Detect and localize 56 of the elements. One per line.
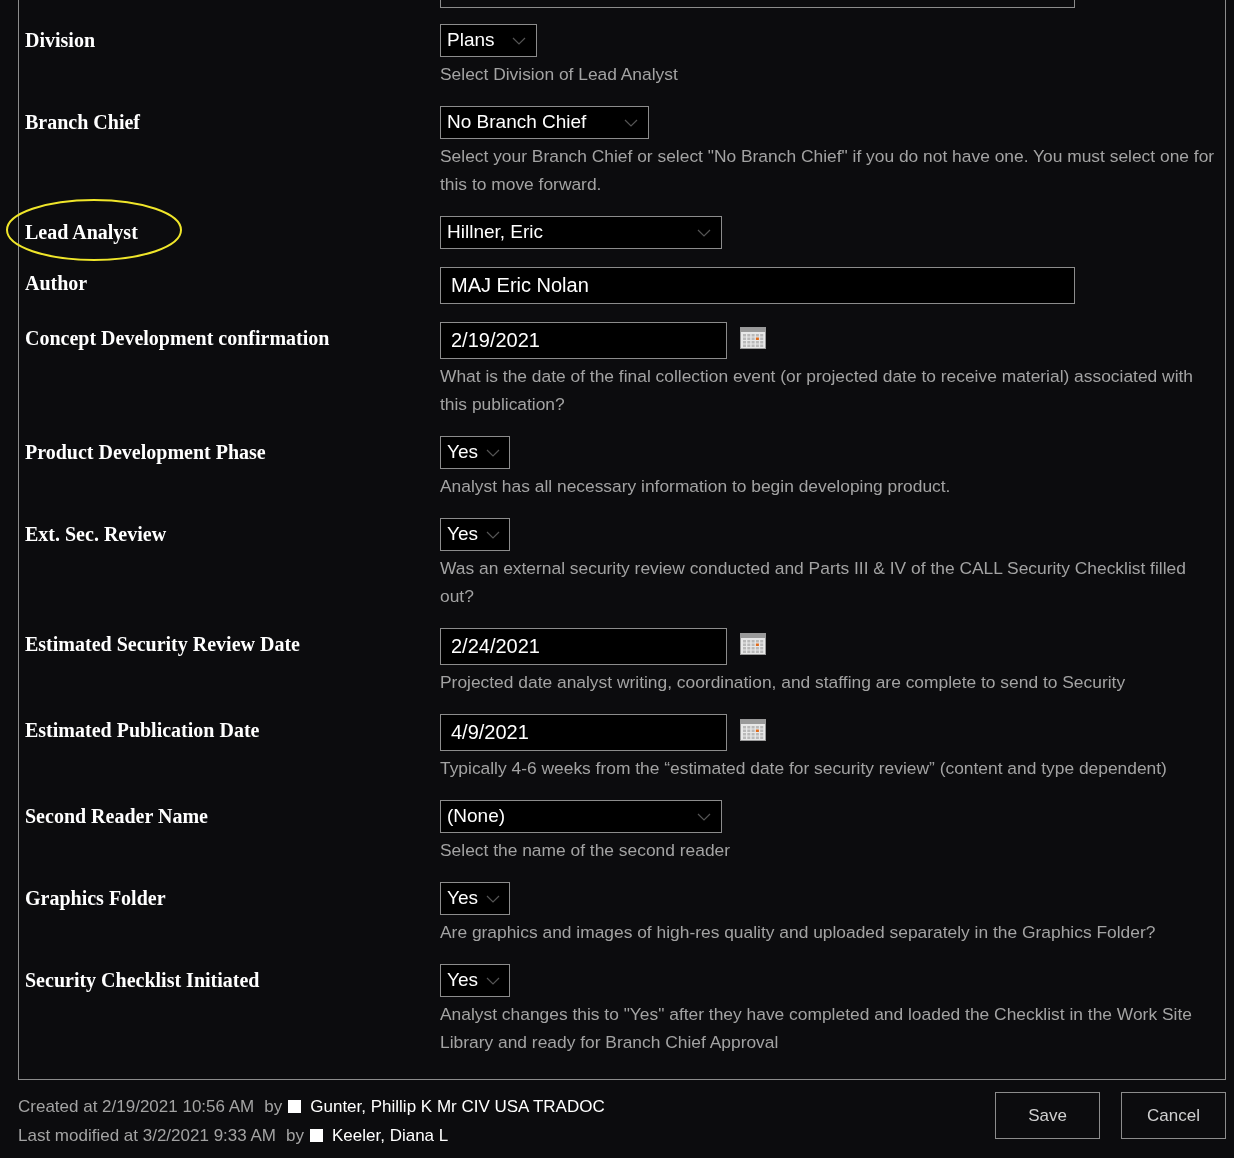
field-description: Are graphics and images of high-res quality and uploaded separately in the Graphics Folder? (440, 921, 1157, 944)
dropdown[interactable]: No Branch Chief (440, 106, 649, 139)
date-field[interactable]: 4/9/2021 (440, 714, 727, 751)
chevron-down-icon (486, 530, 500, 539)
by-text: by (264, 1096, 283, 1118)
calendar-icon[interactable] (740, 633, 766, 655)
field-label: Second Reader Name (25, 805, 208, 827)
timestamp-text: Last modified at 3/2/2021 9:33 AM (18, 1125, 276, 1147)
text-field[interactable]: MAJ Eric Nolan (440, 267, 1075, 304)
dropdown[interactable]: Yes (440, 436, 510, 469)
field-label: Branch Chief (25, 111, 140, 133)
chevron-down-icon (486, 976, 500, 985)
field-label: Security Checklist Initiated (25, 969, 260, 991)
date-field[interactable]: 2/24/2021 (440, 628, 727, 665)
text-field[interactable] (440, 0, 1075, 8)
field-description: Projected date analyst writing, coordination, and staffing are complete to send to Security (440, 671, 1127, 694)
save-button[interactable]: Save (995, 1092, 1100, 1139)
presence-icon (310, 1129, 323, 1142)
chevron-down-icon (512, 36, 526, 45)
dropdown[interactable]: Yes (440, 882, 510, 915)
chevron-down-icon (486, 448, 500, 457)
chevron-down-icon (486, 894, 500, 903)
by-text: by (286, 1125, 304, 1147)
field-description: Select your Branch Chief or select "No Branch Chief" if you do not have one. You must select one for this to move forward. (440, 145, 1216, 196)
field-label: Graphics Folder (25, 887, 166, 909)
field-description: What is the date of the final collection event (or projected date to receive material) associated with this publication? (440, 365, 1195, 416)
field-label: Division (25, 29, 96, 51)
field-label: Estimated Security Review Date (25, 633, 300, 655)
cancel-button[interactable]: Cancel (1121, 1092, 1226, 1139)
presence-icon (288, 1100, 302, 1113)
field-label: Author (25, 272, 88, 294)
field-label: Lead Analyst (25, 221, 138, 243)
dropdown[interactable]: Yes (440, 518, 510, 551)
field-description: Was an external security review conducted and Parts III & IV of the CALL Security Checklist filled out? (440, 557, 1187, 608)
user-link[interactable]: Gunter, Phillip K Mr CIV USA TRADOC (310, 1092, 605, 1121)
field-description: Typically 4-6 weeks from the “estimated date for security review” (content and type dependent) (440, 757, 1168, 780)
chevron-down-icon (697, 812, 711, 821)
field-description: Select the name of the second reader (440, 839, 732, 862)
calendar-icon[interactable] (740, 719, 766, 741)
field-label: Estimated Publication Date (25, 719, 260, 741)
timestamp-text: Created at 2/19/2021 10:56 AM (18, 1096, 255, 1118)
calendar-icon[interactable] (740, 327, 766, 349)
chevron-down-icon (624, 118, 638, 127)
dropdown[interactable]: Hillner, Eric (440, 216, 722, 249)
field-label: Concept Development confirmation (25, 327, 330, 349)
field-label: Product Development Phase (25, 441, 266, 463)
field-label: Ext. Sec. Review (25, 523, 167, 545)
field-description: Analyst has all necessary information to begin developing product. (440, 475, 952, 498)
dropdown[interactable]: Yes (440, 964, 510, 997)
user-link[interactable]: Keeler, Diana L (332, 1121, 449, 1150)
dropdown[interactable]: Plans (440, 24, 537, 57)
date-field[interactable]: 2/19/2021 (440, 322, 727, 359)
field-description: Select Division of Lead Analyst (440, 63, 679, 86)
dropdown[interactable]: (None) (440, 800, 722, 833)
chevron-down-icon (697, 228, 711, 237)
field-description: Analyst changes this to "Yes" after they have completed and loaded the Checklist in the Work Site Library and ready for Branch Chief Approval (440, 1003, 1193, 1054)
